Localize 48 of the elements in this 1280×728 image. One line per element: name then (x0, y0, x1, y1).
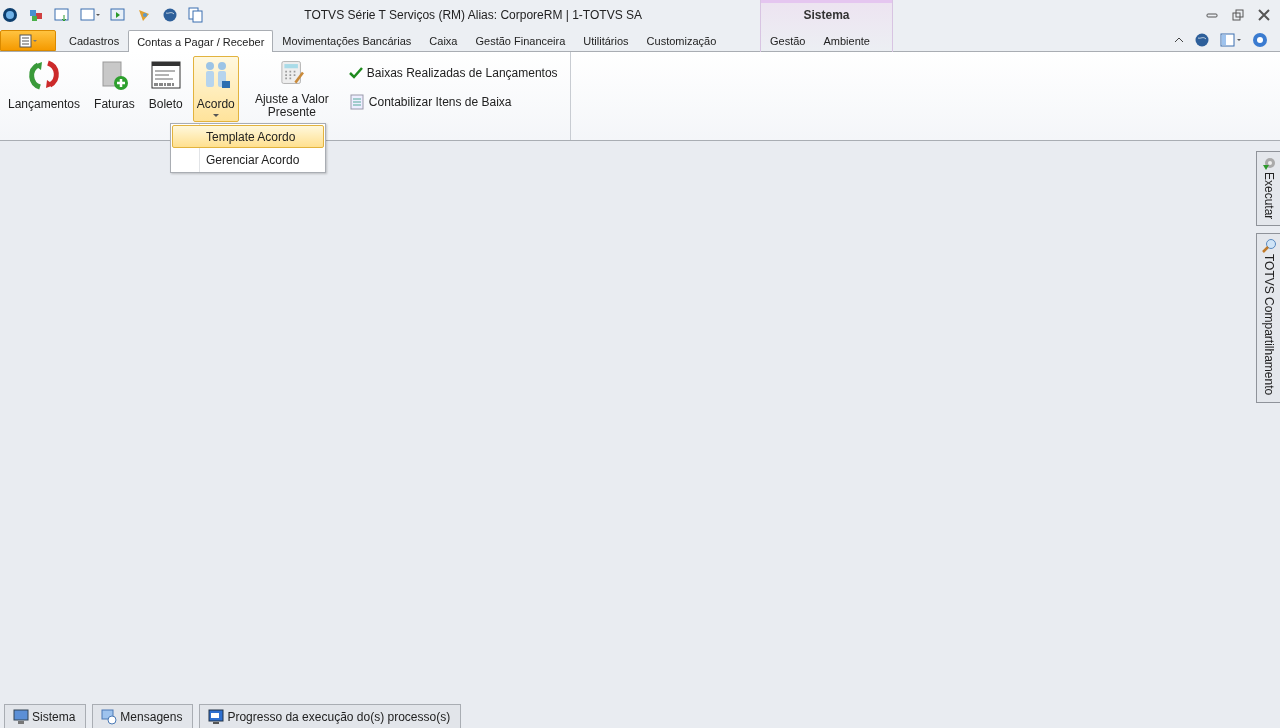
window-title: TOTVS Série T Serviços (RM) Alias: CorporeRM | 1-TOTVS SA (304, 8, 642, 22)
ribbon-tab[interactable]: Cadastros (60, 29, 129, 51)
ribbon-button[interactable]: Boleto (144, 56, 187, 122)
globe-icon (1194, 32, 1210, 49)
application-menu-button[interactable] (0, 30, 56, 51)
messages-icon (101, 708, 118, 725)
list-document-icon (348, 94, 365, 110)
ribbon-button[interactable]: Lançamentos (4, 56, 85, 122)
ribbon-tab[interactable]: Gestão (761, 29, 815, 51)
ribbon-small-button[interactable]: Baixas Realizadas de Lançamentos (348, 66, 558, 80)
ribbon-button[interactable]: Faturas (90, 56, 139, 122)
window-icon (80, 7, 100, 23)
ribbon-tab[interactable]: Movimentações Bancárias (273, 29, 421, 51)
cubes-icon (28, 7, 44, 23)
search-icon (1260, 238, 1277, 255)
menu-item[interactable]: Gerenciar Acordo (172, 148, 324, 171)
ribbon-tab[interactable]: Ambiente (814, 29, 879, 51)
status-bar-button[interactable]: Mensagens (92, 704, 194, 728)
status-bar-button[interactable]: Progresso da execução do(s) processo(s) (199, 704, 462, 728)
status-bar-button[interactable]: Sistema (4, 704, 87, 728)
barcode-document-icon (149, 59, 182, 91)
menu-icon (17, 32, 39, 49)
menu-item[interactable]: Template Acordo (172, 125, 324, 148)
ribbon-tab[interactable]: Caixa (420, 29, 467, 51)
side-tab[interactable]: TOTVS Compartilhamento (1256, 233, 1280, 403)
ribbon-small-button[interactable]: Contabilizar Itens de Baixa (348, 94, 558, 110)
gear-icon (1260, 156, 1277, 172)
context-group-label: Sistema (802, 7, 851, 24)
ribbon-tab[interactable]: Customização (637, 29, 726, 51)
layout-icon (1220, 32, 1242, 49)
close-icon (1258, 8, 1270, 21)
caret-icon (211, 111, 220, 119)
ribbon-tab[interactable]: Utilitários (574, 29, 638, 51)
monitor-icon (208, 708, 225, 725)
monitor-icon (13, 708, 29, 725)
ribbon-button[interactable]: Ajuste a Valor Presente (244, 56, 339, 122)
check-icon (348, 66, 363, 80)
ribbon-tab[interactable]: Gestão Financeira (466, 29, 575, 51)
side-tab[interactable]: Executar (1256, 151, 1280, 227)
restore-icon (1232, 8, 1244, 21)
ribbon-tab[interactable]: Contas a Pagar / Receber (128, 30, 274, 52)
app-logo-icon (2, 7, 18, 23)
copy-icon (188, 7, 204, 23)
help-icon (1252, 32, 1268, 49)
circular-arrows-icon (28, 59, 60, 91)
ribbon-button[interactable]: Acordo (192, 56, 239, 122)
window-download-icon (54, 7, 70, 23)
globe-icon (162, 7, 178, 23)
